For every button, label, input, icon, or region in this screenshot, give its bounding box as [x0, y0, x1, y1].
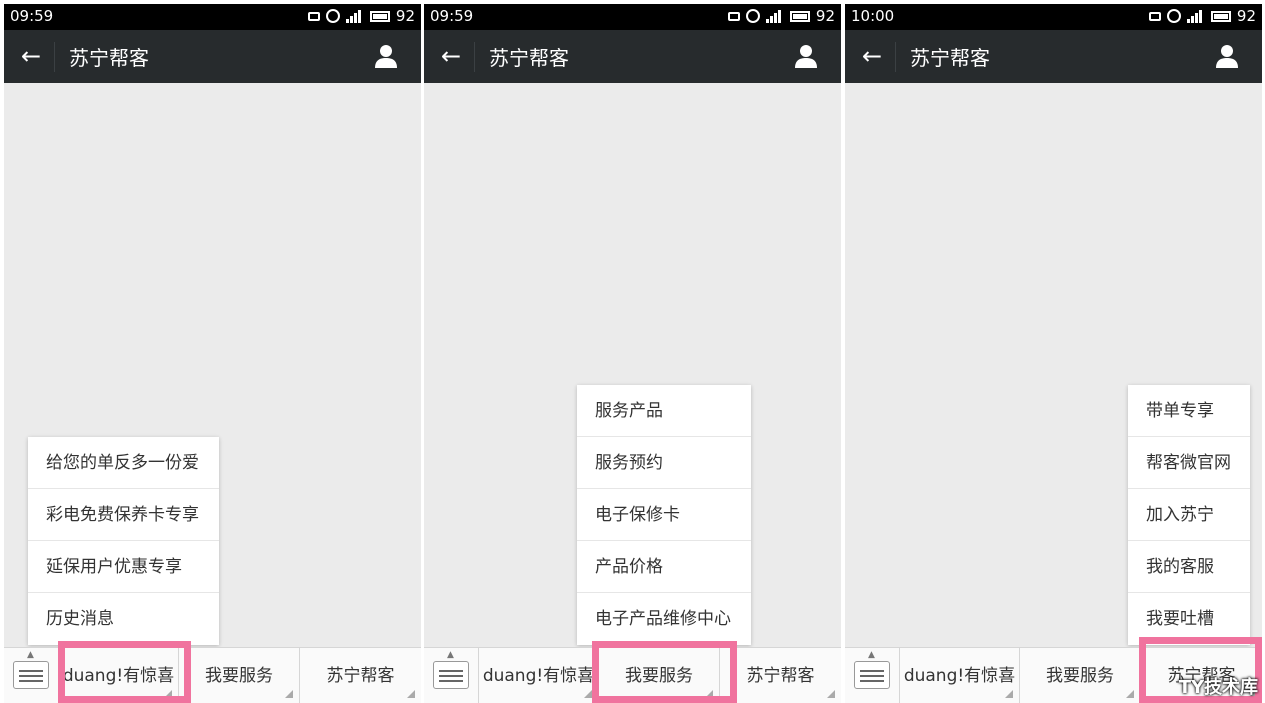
- status-time: 10:00: [851, 7, 895, 25]
- alarm-icon: [1166, 9, 1181, 23]
- menu-item[interactable]: 服务产品: [577, 385, 751, 437]
- phone-screen-1: 09:59 92 ← 苏宁帮客 给您的单反多一份爱 彩电免费保养卡专享 延保用户…: [4, 4, 421, 703]
- battery-icon: [1210, 10, 1231, 22]
- menu-item[interactable]: 历史消息: [28, 593, 219, 645]
- message-icon: [727, 11, 740, 21]
- highlight-box: [58, 641, 191, 703]
- menu-item[interactable]: 给您的单反多一份爱: [28, 437, 219, 489]
- person-icon[interactable]: [373, 43, 399, 69]
- phone-screen-2: 09:59 92 ← 苏宁帮客 服务产品 服务预约 电子保修卡 产品价格 电子产…: [424, 4, 841, 703]
- message-icon: [1148, 11, 1161, 21]
- back-arrow-icon[interactable]: ←: [18, 43, 44, 69]
- battery-icon: [789, 10, 810, 22]
- page-title: 苏宁帮客: [489, 46, 569, 70]
- title-bar: ← 苏宁帮客: [4, 30, 421, 83]
- tab-service[interactable]: 我要服务: [179, 648, 300, 703]
- keyboard-toggle-button[interactable]: ▲: [4, 648, 59, 703]
- alarm-icon: [745, 9, 760, 23]
- keyboard-toggle-button[interactable]: ▲: [845, 648, 900, 703]
- page-title: 苏宁帮客: [69, 46, 149, 70]
- keyboard-toggle-button[interactable]: ▲: [424, 648, 479, 703]
- watermark: TY技术库: [1178, 677, 1258, 698]
- tab-service[interactable]: 我要服务: [1020, 648, 1141, 703]
- person-icon[interactable]: [793, 43, 819, 69]
- popup-menu: 带单专享 帮客微官网 加入苏宁 我的客服 我要吐槽: [1128, 385, 1250, 645]
- status-bar: 09:59 92: [424, 4, 841, 30]
- menu-item[interactable]: 我的客服: [1128, 541, 1250, 593]
- status-bar: 09:59 92: [4, 4, 421, 30]
- back-arrow-icon[interactable]: ←: [859, 43, 885, 69]
- tab-suning-bangke[interactable]: 苏宁帮客: [300, 648, 421, 703]
- keyboard-icon: [13, 661, 49, 689]
- menu-item[interactable]: 服务预约: [577, 437, 751, 489]
- keyboard-icon: [854, 661, 890, 689]
- battery-level: 92: [1236, 7, 1256, 25]
- signal-icon: [345, 9, 364, 23]
- menu-item[interactable]: 帮客微官网: [1128, 437, 1250, 489]
- message-icon: [307, 11, 320, 21]
- tab-suning-bangke[interactable]: 苏宁帮客: [720, 648, 841, 703]
- person-icon[interactable]: [1214, 43, 1240, 69]
- phone-screen-3: 10:00 92 ← 苏宁帮客 带单专享 帮客微官网 加入苏宁 我的客服 我要吐…: [845, 4, 1262, 703]
- battery-level: 92: [815, 7, 835, 25]
- menu-item[interactable]: 加入苏宁: [1128, 489, 1250, 541]
- menu-item[interactable]: 带单专享: [1128, 385, 1250, 437]
- tab-duang[interactable]: duang!有惊喜: [900, 648, 1020, 703]
- highlight-box: [592, 641, 737, 703]
- battery-level: 92: [395, 7, 415, 25]
- status-time: 09:59: [10, 7, 54, 25]
- signal-icon: [765, 9, 784, 23]
- status-bar: 10:00 92: [845, 4, 1262, 30]
- menu-item[interactable]: 产品价格: [577, 541, 751, 593]
- menu-item[interactable]: 延保用户优惠专享: [28, 541, 219, 593]
- popup-menu: 服务产品 服务预约 电子保修卡 产品价格 电子产品维修中心: [577, 385, 751, 645]
- page-title: 苏宁帮客: [910, 46, 990, 70]
- title-bar: ← 苏宁帮客: [424, 30, 841, 83]
- status-time: 09:59: [430, 7, 474, 25]
- keyboard-icon: [433, 661, 469, 689]
- signal-icon: [1186, 9, 1205, 23]
- back-arrow-icon[interactable]: ←: [438, 43, 464, 69]
- menu-item[interactable]: 电子保修卡: [577, 489, 751, 541]
- title-bar: ← 苏宁帮客: [845, 30, 1262, 83]
- popup-menu: 给您的单反多一份爱 彩电免费保养卡专享 延保用户优惠专享 历史消息: [28, 437, 219, 645]
- tab-duang[interactable]: duang!有惊喜: [479, 648, 599, 703]
- alarm-icon: [325, 9, 340, 23]
- menu-item[interactable]: 电子产品维修中心: [577, 593, 751, 645]
- battery-icon: [369, 10, 390, 22]
- menu-item[interactable]: 彩电免费保养卡专享: [28, 489, 219, 541]
